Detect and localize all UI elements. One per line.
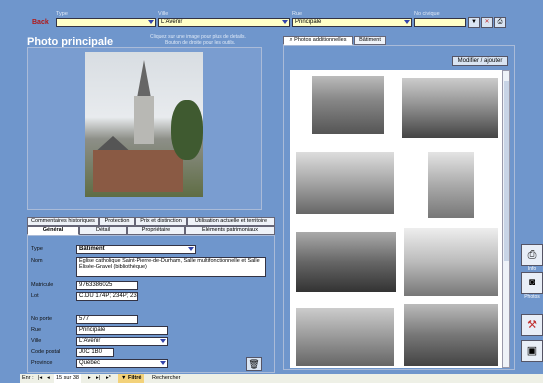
- filtered-badge[interactable]: ▼ Filtré: [118, 374, 145, 383]
- rue-field-label: Rue: [31, 327, 42, 333]
- tab-elements[interactable]: Éléments patrimoniaux: [185, 226, 275, 235]
- chevron-down-icon: [160, 339, 166, 344]
- hammer-icon: ⚒: [527, 319, 537, 331]
- new-record-button[interactable]: ▸*: [106, 374, 111, 383]
- additional-photos-panel: Modifier / ajouter: [283, 45, 515, 370]
- top-toolbar: Back Type Ville L'Avenir Rue Principale …: [22, 10, 522, 32]
- scrollbar-thumb[interactable]: [504, 81, 509, 261]
- type-select[interactable]: [56, 18, 156, 27]
- nom-field-label: Nom: [31, 258, 43, 264]
- thumb-photo[interactable]: [294, 306, 396, 368]
- main-photo[interactable]: [85, 52, 203, 197]
- status-bar: Enr : |◂ ◂ 15 sur 38 ▸ ▸| ▸* ▼ Filtré Re…: [20, 374, 543, 383]
- tab-proprietaire[interactable]: Propriétaire: [127, 226, 185, 235]
- lot-field[interactable]: C.DU 174P; 234P; 235: [76, 292, 138, 301]
- type-label: Type: [56, 11, 68, 17]
- thumb-photo[interactable]: [400, 76, 500, 140]
- rue-label: Rue: [292, 11, 303, 17]
- tab-general[interactable]: Général: [27, 226, 79, 235]
- disk-icon: ▣: [526, 345, 538, 357]
- thumb-photo[interactable]: [402, 302, 500, 368]
- main-photo-frame: [27, 47, 262, 210]
- search-button[interactable]: Rechercher: [152, 374, 180, 383]
- no-civique-label: No civique: [414, 11, 440, 17]
- chevron-down-icon: [148, 20, 154, 25]
- trash-icon[interactable]: 🗑: [246, 357, 262, 371]
- last-record-button[interactable]: ▸|: [96, 374, 100, 383]
- next-record-button[interactable]: ▸: [88, 374, 91, 383]
- record-counter[interactable]: 15 sur 38: [54, 374, 81, 383]
- rue-select[interactable]: Principale: [292, 18, 412, 27]
- clear-filter-icon[interactable]: ✕: [481, 17, 493, 28]
- photo-grid: [290, 70, 502, 368]
- type-field[interactable]: Bâtiment: [76, 245, 196, 254]
- chevron-down-icon: [160, 361, 166, 366]
- no-civique-input[interactable]: [414, 18, 466, 27]
- tab-prix[interactable]: Prix et distinction: [135, 217, 187, 226]
- noporte-field[interactable]: 577: [76, 315, 138, 324]
- chevron-down-icon: [188, 247, 194, 252]
- tree: [171, 100, 203, 160]
- thumb-photo[interactable]: [310, 74, 386, 136]
- chevron-down-icon: [404, 20, 410, 25]
- matricule-field[interactable]: 9763386025: [76, 281, 138, 290]
- tab-protection[interactable]: Protection: [99, 217, 135, 226]
- nom-field[interactable]: Église catholique Saint-Pierre-de-Durham…: [76, 257, 266, 277]
- church-body: [93, 150, 183, 192]
- thumb-photo[interactable]: [294, 150, 396, 216]
- info-button[interactable]: ⎙: [521, 244, 543, 266]
- rue-field[interactable]: Principale: [76, 326, 168, 335]
- tab-photos-additionnelles[interactable]: ⌕ Photos additionnelles: [283, 36, 353, 45]
- photos-button[interactable]: ◙: [521, 272, 543, 294]
- type-field-label: Type: [31, 246, 43, 252]
- province-field[interactable]: Québec: [76, 359, 168, 368]
- tab-batiment[interactable]: Bâtiment: [354, 36, 386, 45]
- ville-select[interactable]: L'Avenir: [158, 18, 290, 27]
- app-window: Back Type Ville L'Avenir Rue Principale …: [0, 0, 543, 383]
- photo-hint-line2: Bouton de droite pour les outils.: [165, 40, 236, 46]
- save-button[interactable]: ▣: [521, 340, 543, 362]
- filter-icon[interactable]: ▼: [468, 17, 480, 28]
- prev-record-button[interactable]: ◂: [47, 374, 50, 383]
- thumb-photo[interactable]: [426, 150, 476, 220]
- church-tower: [134, 96, 154, 144]
- printer-icon: ⎙: [527, 249, 537, 261]
- lot-label: Lot: [31, 293, 39, 299]
- matricule-label: Matricule: [31, 282, 54, 288]
- codepostal-field[interactable]: J0C 1B0: [76, 348, 114, 357]
- general-form: Type Bâtiment Nom Église catholique Sain…: [27, 235, 275, 373]
- tab-detail[interactable]: Détail: [79, 226, 127, 235]
- codepostal-label: Code postal: [31, 349, 61, 355]
- scrollbar[interactable]: [502, 70, 510, 368]
- noporte-label: No porte: [31, 316, 53, 322]
- ville-field[interactable]: L'Avenir: [76, 337, 168, 346]
- church-spire: [137, 60, 151, 98]
- tools-button[interactable]: ⚒: [521, 314, 543, 336]
- ville-label: Ville: [158, 11, 169, 17]
- back-button[interactable]: Back: [32, 19, 49, 26]
- thumb-photo[interactable]: [294, 230, 398, 294]
- funnel-icon: ▼: [121, 375, 127, 381]
- first-record-button[interactable]: |◂: [38, 374, 42, 383]
- tab-utilisation[interactable]: Utilisation actuelle et territoire: [187, 217, 275, 226]
- camera-icon: ◙: [528, 277, 536, 288]
- province-label: Province: [31, 360, 53, 366]
- ville-field-label: Ville: [31, 338, 42, 344]
- print-icon[interactable]: ⎙: [494, 17, 506, 28]
- thumb-photo[interactable]: [402, 226, 500, 298]
- photos-label: Photos: [524, 294, 540, 300]
- modify-add-button[interactable]: Modifier / ajouter: [452, 56, 508, 66]
- tab-commentaires[interactable]: Commentaires historiques: [27, 217, 99, 226]
- record-label: Enr :: [22, 375, 34, 381]
- chevron-down-icon: [282, 20, 288, 25]
